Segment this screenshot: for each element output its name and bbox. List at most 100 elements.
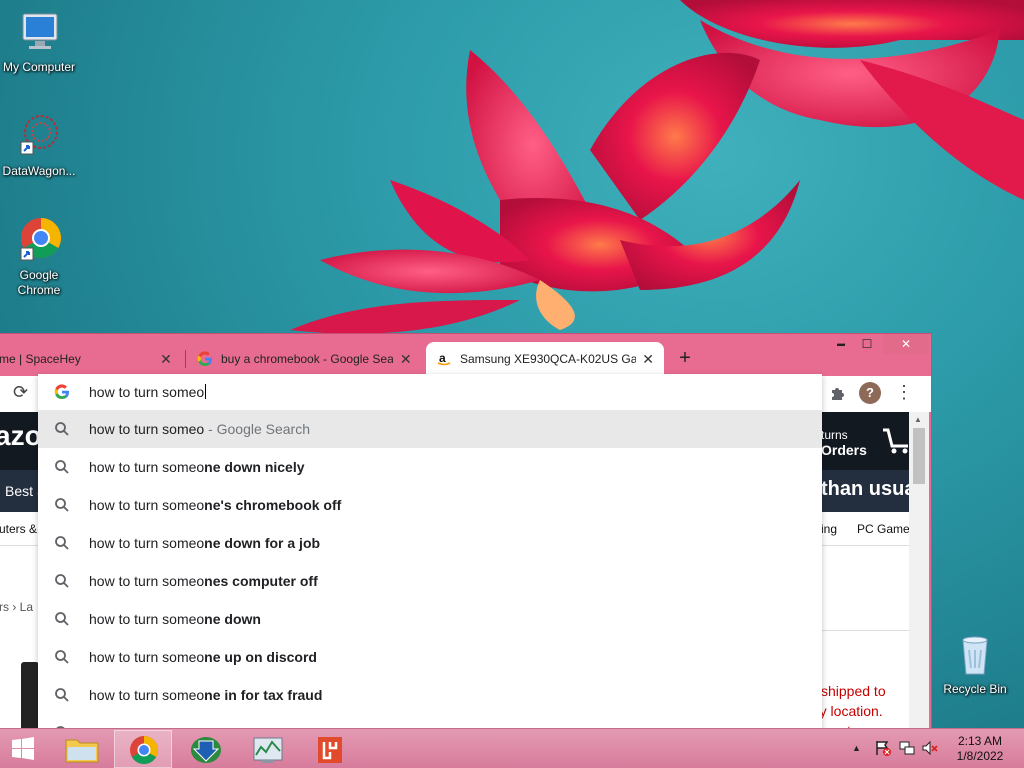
suggestion-prefix: how to turn someo <box>89 687 205 703</box>
suggestion-text: how to turn someone down nicely <box>89 459 305 475</box>
reload-icon[interactable]: ⟳ <box>13 382 28 403</box>
tab-label: me | SpaceHey <box>0 352 81 366</box>
desktop-icon-label: Google Chrome <box>17 268 61 297</box>
download-manager-icon <box>191 737 221 763</box>
suggestion-completion: ne down for a job <box>204 535 321 551</box>
taskbar-pdf-app[interactable] <box>300 730 358 768</box>
desktop-icon-my-computer[interactable]: My Computer <box>0 8 81 75</box>
network-icon[interactable] <box>898 739 916 760</box>
computer-icon <box>15 8 63 56</box>
suggestion-item[interactable]: how to turn someone down nicely <box>38 448 822 486</box>
desktop-icon-datawagon[interactable]: DataWagon... <box>0 112 81 179</box>
clock-time: 2:13 AM <box>957 734 1003 748</box>
address-bar[interactable]: how to turn someo <box>38 374 822 410</box>
start-button[interactable] <box>6 735 40 763</box>
scrollbar-thumb[interactable] <box>913 428 925 484</box>
close-window-button[interactable]: ✕ <box>883 334 929 354</box>
suggestion-completion: ne up on discord <box>204 649 317 665</box>
suggestion-prefix: how to turn someo <box>89 573 205 589</box>
suggestion-prefix: how to turn someo <box>89 459 205 475</box>
desktop-icon-label: My Computer <box>2 60 76 74</box>
search-icon <box>54 421 70 437</box>
desktop-icon-label: Recycle Bin <box>943 682 1007 696</box>
suggestion-prefix: how to turn someo <box>89 611 205 627</box>
suggestion-completion: ne down nicely <box>204 459 305 475</box>
taskbar-download-manager[interactable] <box>176 730 234 768</box>
windows-logo-icon <box>12 737 34 760</box>
datawagon-icon <box>15 112 63 160</box>
nav-banner: than usua <box>821 478 909 500</box>
suggestion-text: how to turn someone in for tax fraud <box>89 687 322 703</box>
page-scrollbar[interactable]: ▲ <box>909 412 929 732</box>
orders-link[interactable]: Orders <box>821 442 867 458</box>
taskbar: ▲ 2:13 AM 1/8/2022 <box>0 728 1024 768</box>
suggestion-completion: ne in for tax fraud <box>204 687 323 703</box>
suggestion-prefix: how to turn someo <box>89 497 205 513</box>
tab-strip: me | SpaceHey ✕ buy a chromebook - Googl… <box>0 334 931 376</box>
suggestion-text: how to turn someo - Google Search <box>89 421 310 437</box>
suggestion-item[interactable]: how to turn someo - Google Search <box>38 410 822 448</box>
suggestion-prefix: how to turn someo <box>89 535 205 551</box>
returns-label: turns <box>821 428 848 442</box>
tab-samsung-chromebook[interactable]: a Samsung XE930QCA-K02US Galaxy Chromebo… <box>426 342 664 376</box>
suggestion-item[interactable]: how to turn someone up on discord <box>38 638 822 676</box>
suggestion-text: how to turn someones computer off <box>89 573 318 589</box>
tab-separator <box>185 350 186 368</box>
suggestion-text: how to turn someone's chromebook off <box>89 497 341 513</box>
suggestion-item[interactable]: how to turn someone in for tax fraud <box>38 676 822 714</box>
scroll-up-icon[interactable]: ▲ <box>914 415 922 424</box>
chrome-icon <box>130 736 158 764</box>
desktop-icon-recycle-bin[interactable]: Recycle Bin <box>933 630 1017 697</box>
recycle-bin-icon <box>951 630 999 678</box>
search-icon <box>54 573 70 589</box>
section-divider <box>821 630 909 631</box>
pdf-icon <box>318 737 342 763</box>
suggestion-item[interactable]: how to turn someones computer off <box>38 562 822 600</box>
suggestion-item[interactable]: how to turn someone's chromebook off <box>38 486 822 524</box>
subnav-gaming[interactable]: ing <box>821 522 837 536</box>
cart-icon[interactable] <box>881 422 909 461</box>
taskbar-task-manager[interactable] <box>238 730 296 768</box>
folder-icon <box>65 739 99 763</box>
profile-avatar[interactable]: ? <box>859 382 881 404</box>
search-icon <box>54 459 70 475</box>
tab-spacehey[interactable]: me | SpaceHey ✕ <box>0 342 184 376</box>
clock-date: 1/8/2022 <box>956 749 1004 763</box>
breadcrumb[interactable]: rs › La <box>0 600 33 614</box>
tab-google-search[interactable]: buy a chromebook - Google Search ✕ <box>187 342 423 376</box>
taskbar-google-chrome[interactable] <box>114 730 172 768</box>
volume-muted-icon[interactable] <box>921 739 939 760</box>
shipping-notice-location: ry location. <box>815 703 883 719</box>
typed-query: how to turn someo <box>89 384 205 400</box>
action-center-flag-icon[interactable] <box>874 739 892 760</box>
google-icon <box>54 384 70 400</box>
maximize-button[interactable]: ☐ <box>851 334 883 354</box>
system-clock[interactable]: 2:13 AM 1/8/2022 <box>944 734 1016 764</box>
suggestion-item[interactable]: how to turn someone down for a job <box>38 524 822 562</box>
desktop-icon-google-chrome[interactable]: Google Chrome <box>0 216 81 298</box>
suggestion-source: - Google Search <box>204 421 311 437</box>
amazon-icon: a <box>436 351 452 367</box>
new-tab-button[interactable]: + <box>673 347 697 371</box>
tab-label: buy a chromebook - Google Search <box>221 352 393 366</box>
search-icon <box>54 649 70 665</box>
subnav-computers[interactable]: uters & <box>0 522 37 536</box>
tray-expand-icon[interactable]: ▲ <box>852 743 861 753</box>
suggestion-prefix: how to turn someo <box>89 421 205 437</box>
google-icon <box>197 351 213 367</box>
search-icon <box>54 687 70 703</box>
subnav-pc-games[interactable]: PC Game <box>857 522 909 536</box>
tab-close-icon[interactable]: ✕ <box>399 351 413 368</box>
search-icon <box>54 497 70 513</box>
tab-close-icon[interactable]: ✕ <box>642 351 654 368</box>
search-icon <box>54 611 70 627</box>
menu-kebab-icon[interactable]: ⋮ <box>895 382 913 402</box>
tab-close-icon[interactable]: ✕ <box>158 351 174 368</box>
suggestion-item[interactable]: how to turn someone down <box>38 600 822 638</box>
suggestion-text: how to turn someone down <box>89 611 261 627</box>
suggestion-completion: ne's chromebook off <box>204 497 342 513</box>
extensions-puzzle-icon[interactable] <box>829 384 847 402</box>
taskbar-file-explorer[interactable] <box>52 730 110 768</box>
omnibox-dropdown: how to turn someo how to turn someo - Go… <box>38 374 822 768</box>
address-input-text[interactable]: how to turn someo <box>89 384 207 400</box>
